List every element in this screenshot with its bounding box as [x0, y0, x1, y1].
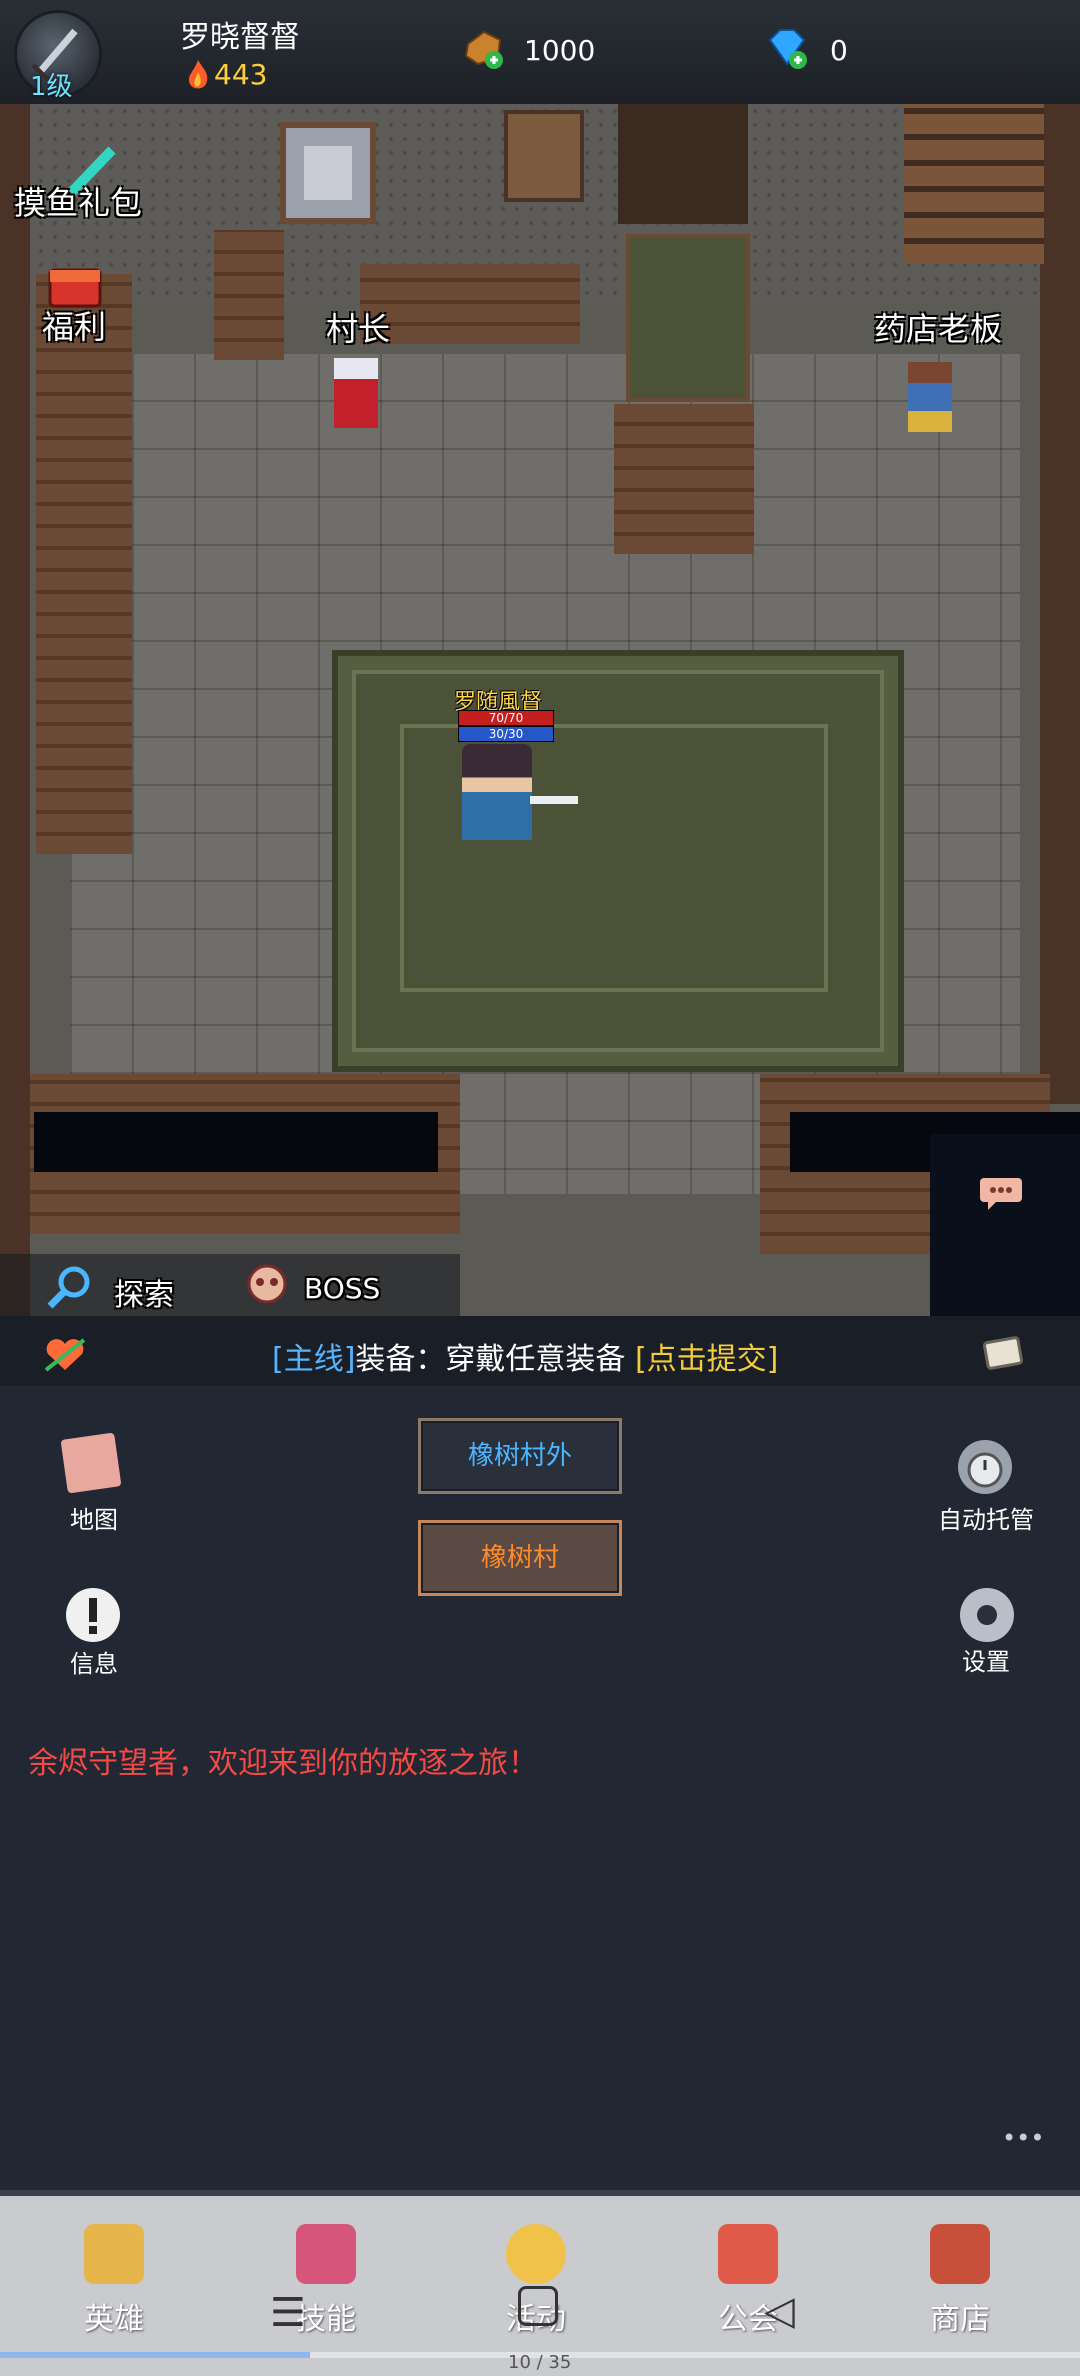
doorway — [618, 104, 748, 224]
nav-shop-label: 商店 — [930, 2302, 990, 2337]
dark-void — [930, 1134, 1080, 1316]
player-hero[interactable] — [462, 744, 532, 840]
flower-pedestal — [614, 404, 754, 554]
page-progress-fill — [0, 2352, 310, 2358]
system-home-icon[interactable] — [518, 2286, 558, 2326]
npc-village-chief[interactable] — [334, 358, 378, 428]
npc-shop-label: 药店老板 — [874, 310, 1003, 348]
map-label[interactable]: 地图 — [24, 1500, 164, 1535]
explore-button[interactable]: 探索 — [114, 1270, 174, 1314]
right-wall — [1040, 104, 1080, 1104]
scroll-icon[interactable] — [980, 1332, 1026, 1372]
npc-shop-owner[interactable] — [908, 362, 952, 432]
oak-village-button[interactable]: 橡树村 — [418, 1520, 622, 1596]
mp-bar: 30/30 — [458, 726, 554, 742]
gear-icon[interactable] — [960, 1588, 1014, 1642]
info-label[interactable]: 信息 — [24, 1644, 164, 1679]
spellbook-icon — [296, 2224, 356, 2284]
system-back-icon[interactable]: ◁ — [764, 2288, 795, 2334]
lower-left-opening — [34, 1112, 438, 1172]
welfare-label[interactable]: 福利 — [42, 302, 106, 348]
chat-bubble-icon[interactable] — [978, 1172, 1024, 1212]
fire-icon — [188, 60, 208, 89]
nav-guild-label: 公会 — [718, 2302, 778, 2337]
shop-stall-icon — [930, 2224, 990, 2284]
page-indicator: 10 / 35 — [508, 2352, 572, 2373]
window — [280, 122, 376, 224]
nav-hero[interactable]: 英雄 — [34, 2196, 194, 2337]
player-level: 1级 — [30, 72, 73, 102]
auto-battle-label[interactable]: 自动托管 — [916, 1500, 1056, 1535]
combat-power: 443 — [214, 58, 268, 91]
quest-text[interactable]: [主线]装备：穿戴任意装备 [点击提交] — [272, 1334, 778, 1378]
exclamation-icon[interactable] — [66, 1588, 120, 1642]
map-scroll-icon[interactable] — [60, 1432, 122, 1494]
wooden-table — [360, 264, 580, 344]
gold-amount: 1000 — [524, 34, 596, 67]
gold-ore-icon[interactable] — [462, 26, 506, 70]
carpet-runner — [626, 234, 750, 402]
nav-hero-label: 英雄 — [84, 2302, 144, 2337]
more-icon[interactable]: ••• — [1002, 2124, 1044, 2152]
gem-amount: 0 — [830, 34, 848, 67]
player-name: 罗晓督督 — [180, 20, 300, 55]
diamond-icon[interactable] — [762, 24, 810, 72]
game-scene[interactable]: 村长 药店老板 罗随風督 70/70 30/30 摸鱼礼包 福利 探索 BOSS — [0, 104, 1080, 1316]
heart-arrow-icon[interactable] — [42, 1334, 88, 1374]
skull-icon[interactable] — [244, 1262, 290, 1308]
hp-bar: 70/70 — [458, 710, 554, 726]
guild-banner-icon — [718, 2224, 778, 2284]
settings-label[interactable]: 设置 — [916, 1642, 1056, 1677]
welcome-message: 余烬守望者，欢迎来到你的放逐之旅！ — [28, 1746, 538, 1781]
gift-pack-label[interactable]: 摸鱼礼包 — [14, 178, 142, 224]
helmet-icon — [84, 2224, 144, 2284]
npc-chief-label: 村长 — [326, 310, 391, 348]
star-icon — [506, 2224, 566, 2284]
stairs — [904, 104, 1044, 264]
wooden-chair — [214, 230, 284, 360]
system-menu-icon[interactable]: ☰ — [270, 2290, 306, 2336]
boss-button[interactable]: BOSS — [304, 1272, 380, 1305]
stopwatch-icon[interactable] — [958, 1440, 1012, 1494]
oak-village-outside-button[interactable]: 橡树村外 — [418, 1418, 622, 1494]
quest-description: 装备：穿戴任意装备 — [355, 1342, 626, 1377]
nav-shop[interactable]: 商店 — [880, 2196, 1040, 2337]
left-wall — [0, 104, 30, 1316]
flower-painting — [504, 110, 584, 202]
magnifier-icon[interactable] — [44, 1262, 94, 1312]
bookshelf — [36, 274, 132, 854]
quest-submit-link[interactable]: [点击提交] — [635, 1342, 778, 1377]
quest-tag: [主线] — [272, 1342, 356, 1377]
nav-guild[interactable]: 公会 — [668, 2196, 828, 2337]
hero-sword — [530, 796, 578, 804]
